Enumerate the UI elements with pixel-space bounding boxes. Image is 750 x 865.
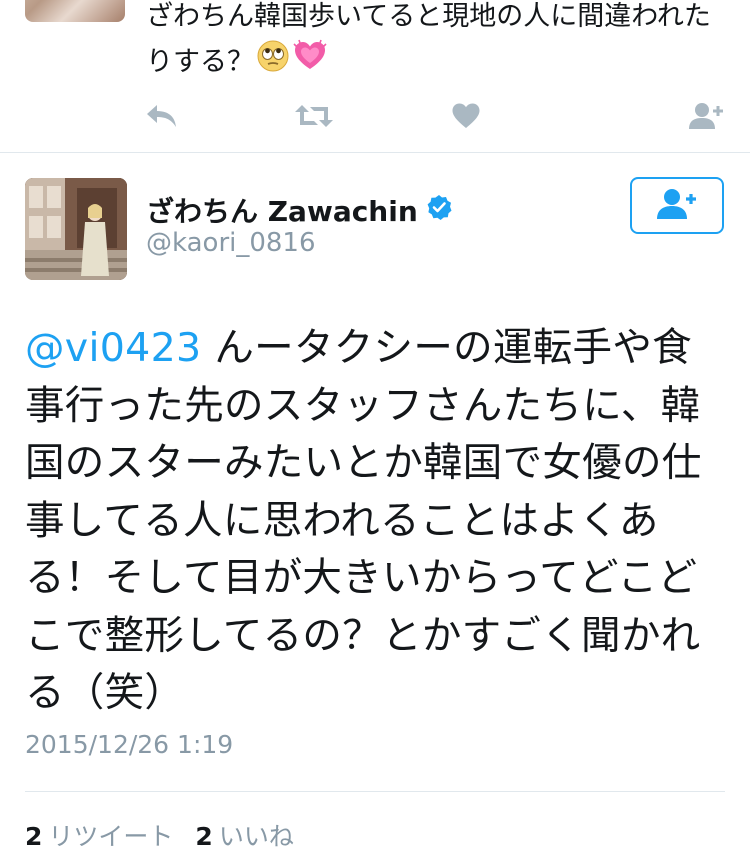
display-name[interactable]: ざわちん Zawachin: [146, 190, 418, 230]
retweet-label[interactable]: リツイート: [48, 817, 173, 853]
follow-button[interactable]: [630, 177, 724, 234]
like-icon[interactable]: [446, 98, 486, 134]
tweet-body-text: んータクシーの運転手や食事行った先のスタッフさんたちに、韓国のスターみたいとか韓…: [25, 325, 702, 716]
verified-badge-icon: [426, 194, 452, 227]
tweet-actions: [140, 98, 740, 134]
mention-link[interactable]: @vi0423: [25, 325, 201, 371]
retweet-icon[interactable]: [294, 98, 334, 134]
previous-tweet-avatar[interactable]: [25, 0, 125, 22]
avatar[interactable]: [25, 178, 127, 280]
like-count[interactable]: 2: [195, 822, 212, 851]
add-user-icon: [656, 187, 698, 225]
user-handle[interactable]: @kaori_0816: [146, 228, 316, 258]
growing-heart-icon: [292, 39, 328, 87]
face-with-rolling-eyes-icon: [256, 39, 290, 87]
previous-tweet-text: ざわちん韓国歩いてると現地の人に間違われたりする？: [146, 0, 726, 87]
display-name-row: ざわちん Zawachin: [146, 190, 452, 230]
tweet-text: @vi0423 んータクシーの運転手や食事行った先のスタッフさんたちに、韓国のス…: [25, 320, 730, 723]
tweet-stats: 2 リツイート 2 いいね: [25, 817, 316, 853]
tweet-divider: [0, 152, 750, 153]
previous-tweet-body: ざわちん韓国歩いてると現地の人に間違われたりする？: [146, 1, 711, 78]
like-label[interactable]: いいね: [219, 817, 294, 853]
retweet-count[interactable]: 2: [25, 822, 42, 851]
reply-icon[interactable]: [142, 98, 182, 134]
stats-divider: [25, 791, 725, 792]
follow-icon[interactable]: [686, 98, 726, 134]
tweet-timestamp[interactable]: 2015/12/26 1:19: [25, 730, 233, 759]
